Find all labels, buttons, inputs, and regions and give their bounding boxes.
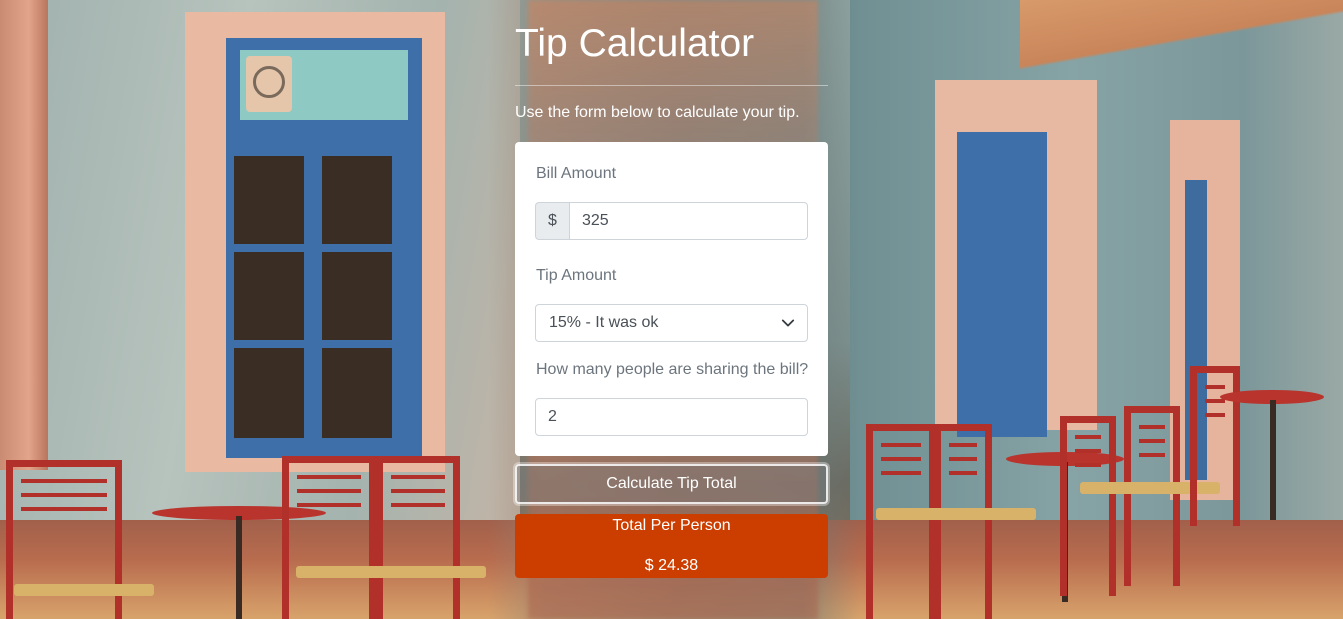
chair-seat [14, 584, 154, 596]
result-label: Total Per Person [612, 517, 731, 534]
chair [1124, 406, 1180, 586]
chevron-down-icon [781, 319, 795, 327]
calculate-tip-button[interactable]: Calculate Tip Total [515, 464, 828, 504]
bill-amount-group: $ [535, 202, 808, 240]
table-leg [1270, 400, 1276, 520]
currency-addon: $ [535, 202, 569, 240]
left-pillar [0, 0, 48, 470]
chair-seat [296, 566, 486, 578]
tip-amount-select[interactable]: 15% - It was ok [535, 304, 808, 342]
table-leg [236, 516, 242, 619]
chair [376, 456, 460, 619]
result-panel: Total Per Person $ 24.38 [515, 514, 828, 578]
page-title: Tip Calculator [515, 22, 755, 65]
bill-amount-input[interactable] [569, 202, 808, 240]
title-divider [515, 85, 828, 86]
chair-seat [876, 508, 1036, 520]
result-value: $ 24.38 [644, 557, 699, 574]
people-count-input[interactable] [535, 398, 808, 436]
right-window [957, 132, 1047, 437]
people-count-label: How many people are sharing the bill? [536, 361, 809, 378]
chair [1190, 366, 1240, 526]
bill-amount-label: Bill Amount [536, 165, 617, 182]
tip-amount-label: Tip Amount [536, 267, 617, 284]
intro-text: Use the form below to calculate your tip… [515, 104, 800, 121]
vent-fan [246, 56, 292, 112]
chair [866, 424, 936, 619]
chair [282, 456, 376, 619]
chair [934, 424, 992, 619]
tip-form: Bill Amount $ Tip Amount 15% - It was ok… [515, 142, 828, 456]
chair [1060, 416, 1116, 596]
tip-amount-selected: 15% - It was ok [549, 314, 659, 331]
